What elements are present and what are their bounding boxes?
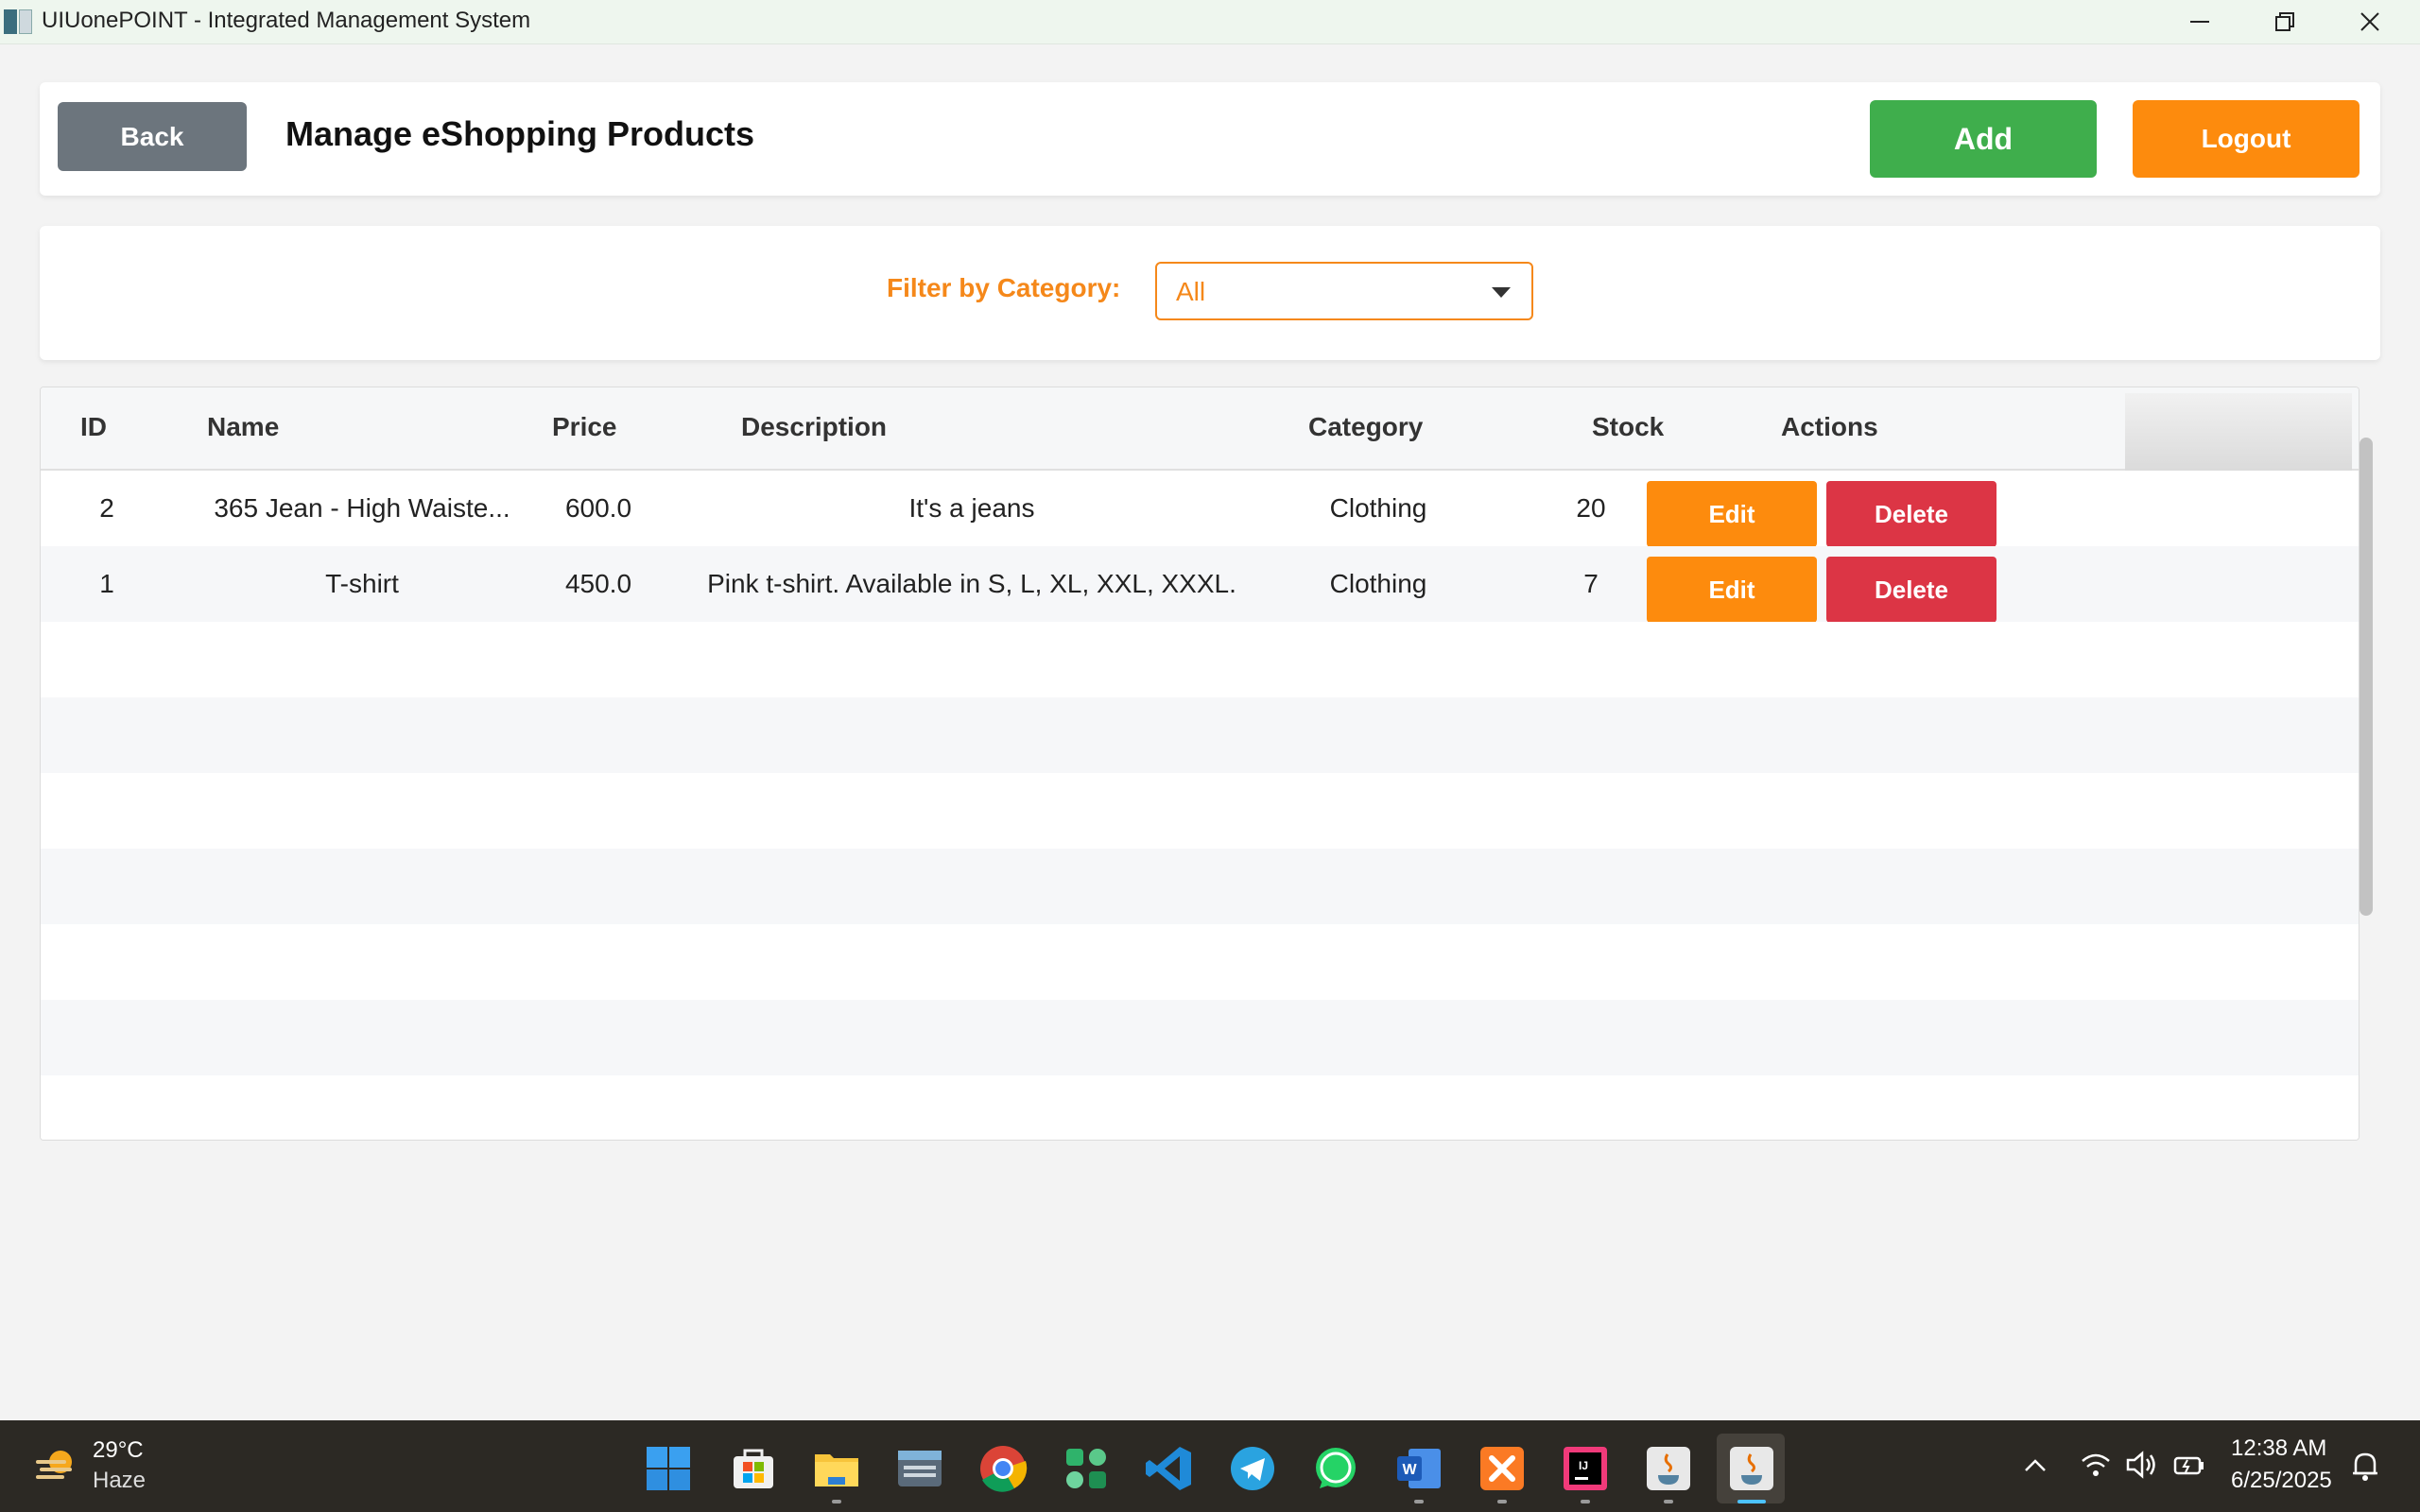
battery-icon[interactable]	[2172, 1451, 2206, 1479]
intellij-icon[interactable]: IJ	[1560, 1443, 1611, 1494]
volume-icon[interactable]	[2125, 1451, 2159, 1479]
svg-text:IJ: IJ	[1579, 1459, 1588, 1472]
table-row[interactable]: 2 365 Jean - High Waiste... 600.0 It's a…	[41, 471, 2359, 547]
running-indicator	[832, 1500, 841, 1503]
filter-panel: Filter by Category: All	[40, 226, 2380, 360]
add-button[interactable]: Add	[1870, 100, 2097, 178]
weather-temperature[interactable]: 29°C	[93, 1437, 144, 1464]
running-indicator	[1414, 1500, 1424, 1503]
cell-id: 2	[99, 493, 114, 523]
column-header-category[interactable]: Category	[1308, 412, 1423, 442]
chrome-icon[interactable]	[977, 1443, 1028, 1494]
category-select-value: All	[1176, 277, 1206, 306]
svg-text:W: W	[1402, 1462, 1417, 1478]
telegram-icon[interactable]	[1227, 1443, 1278, 1494]
cell-id: 1	[99, 569, 114, 598]
clock-date[interactable]: 6/25/2025	[2231, 1468, 2332, 1494]
close-button[interactable]	[2327, 0, 2412, 43]
restore-button[interactable]	[2242, 0, 2327, 43]
java-icon-active[interactable]	[1726, 1443, 1777, 1494]
green-app-icon[interactable]	[1061, 1443, 1112, 1494]
app-icon	[4, 9, 32, 34]
category-select[interactable]: All	[1155, 262, 1533, 320]
table-scrollbar[interactable]	[2360, 438, 2373, 916]
column-header-actions[interactable]: Actions	[1781, 412, 1878, 442]
logout-button[interactable]: Logout	[2133, 100, 2360, 178]
start-icon[interactable]	[643, 1443, 694, 1494]
store-icon[interactable]	[728, 1443, 779, 1494]
table-header: ID Name Price Description Category Stock…	[41, 387, 2359, 472]
cell-price: 450.0	[564, 569, 632, 598]
empty-row	[41, 924, 2359, 1000]
word-icon[interactable]: W	[1393, 1443, 1444, 1494]
window-title-bar: UIUonePOINT - Integrated Management Syst…	[0, 0, 2420, 44]
filter-label: Filter by Category:	[887, 273, 1121, 302]
weather-description[interactable]: Haze	[93, 1468, 146, 1494]
column-header-filler	[2125, 393, 2352, 472]
table-row[interactable]: 1 T-shirt 450.0 Pink t-shirt. Available …	[41, 546, 2359, 623]
edit-button[interactable]: Edit	[1647, 481, 1817, 547]
cell-category: Clothing	[1329, 569, 1427, 598]
minimize-button[interactable]	[2157, 0, 2242, 43]
running-indicator	[1497, 1500, 1507, 1503]
column-header-description[interactable]: Description	[741, 412, 887, 442]
cell-name: T-shirt	[325, 569, 399, 598]
products-table: ID Name Price Description Category Stock…	[40, 387, 2360, 1141]
taskbar: 29°C Haze W IJ 12:38 AM 6/25/2025	[0, 1420, 2420, 1512]
keyboard-app-icon[interactable]	[894, 1443, 945, 1494]
xampp-icon[interactable]	[1477, 1443, 1528, 1494]
java-icon[interactable]	[1643, 1443, 1694, 1494]
whatsapp-icon[interactable]	[1310, 1443, 1361, 1494]
app-content: Back Manage eShopping Products Add Logou…	[0, 44, 2420, 1420]
page-title: Manage eShopping Products	[285, 114, 755, 153]
delete-button[interactable]: Delete	[1826, 481, 1996, 547]
window-title: UIUonePOINT - Integrated Management Syst…	[42, 8, 531, 33]
file-explorer-icon[interactable]	[811, 1443, 862, 1494]
edit-button[interactable]: Edit	[1647, 557, 1817, 623]
notification-bell-icon[interactable]	[2348, 1449, 2382, 1483]
close-icon	[2360, 12, 2379, 31]
column-header-price[interactable]: Price	[552, 412, 617, 442]
cell-name: 365 Jean - High Waiste...	[214, 493, 510, 523]
minimize-icon	[2190, 21, 2209, 23]
empty-row	[41, 849, 2359, 924]
running-indicator	[1664, 1500, 1673, 1503]
weather-haze-icon[interactable]	[34, 1447, 78, 1486]
back-button[interactable]: Back	[58, 102, 247, 171]
chevron-up-icon[interactable]	[2023, 1456, 2048, 1475]
header-bar: Back Manage eShopping Products Add Logou…	[40, 82, 2380, 196]
empty-row	[41, 773, 2359, 849]
cell-price: 600.0	[564, 493, 632, 523]
empty-row	[41, 1075, 2359, 1140]
empty-row	[41, 1000, 2359, 1075]
delete-button[interactable]: Delete	[1826, 557, 1996, 623]
chevron-down-icon	[1492, 287, 1511, 298]
cell-description: It's a jeans	[908, 493, 1035, 523]
empty-row	[41, 622, 2359, 697]
clock-time[interactable]: 12:38 AM	[2231, 1435, 2326, 1462]
running-indicator	[1581, 1500, 1590, 1503]
restore-icon	[2275, 12, 2294, 31]
cell-category: Clothing	[1329, 493, 1427, 523]
vscode-icon[interactable]	[1144, 1443, 1195, 1494]
active-indicator	[1737, 1500, 1766, 1503]
column-header-id[interactable]: ID	[80, 412, 107, 442]
column-header-stock[interactable]: Stock	[1592, 412, 1664, 442]
cell-description: Pink t-shirt. Available in S, L, XL, XXL…	[707, 569, 1236, 598]
column-header-name[interactable]: Name	[207, 412, 279, 442]
wifi-icon[interactable]	[2080, 1451, 2112, 1479]
empty-row	[41, 697, 2359, 773]
